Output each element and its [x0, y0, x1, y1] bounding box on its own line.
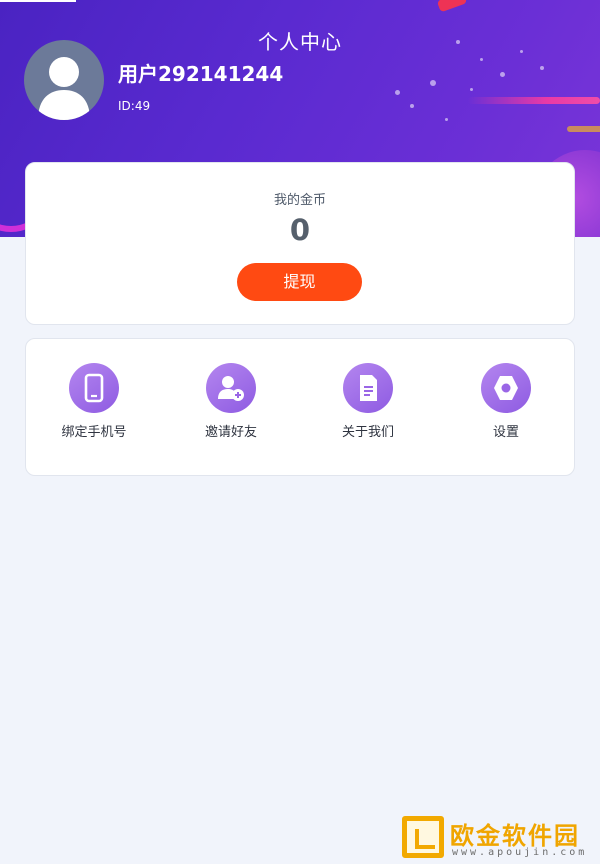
menu-card: 绑定手机号 邀请好友 关于我们 设置 — [25, 338, 575, 476]
menu-item-bind-phone[interactable]: 绑定手机号 — [34, 363, 154, 440]
decorative-streak — [567, 126, 600, 132]
user-silhouette-icon — [38, 57, 90, 120]
sparkle — [445, 118, 448, 121]
watermark-logo-icon — [402, 816, 444, 858]
menu-label: 设置 — [492, 425, 519, 440]
coin-balance-card: 我的金币 0 提现 — [25, 162, 575, 325]
status-bar-indicator — [0, 0, 76, 2]
sparkle — [430, 80, 436, 86]
sparkle — [395, 90, 400, 95]
menu-label: 邀请好友 — [204, 425, 257, 440]
coin-value: 0 — [289, 213, 311, 247]
decorative-streak — [436, 0, 468, 13]
menu-label: 绑定手机号 — [61, 425, 127, 440]
username: 用户292141244 — [118, 62, 284, 86]
sparkle — [500, 72, 505, 77]
phone-icon — [69, 363, 119, 413]
sparkle — [480, 58, 483, 61]
sparkle — [470, 88, 473, 91]
document-icon — [343, 363, 393, 413]
hexagon-settings-icon — [481, 363, 531, 413]
menu-item-settings[interactable]: 设置 — [446, 363, 566, 440]
user-id: ID:49 — [118, 99, 151, 113]
watermark-url: www.apoujin.com — [452, 847, 588, 858]
watermark-title: 欧金软件园 — [450, 822, 580, 850]
watermark: 欧金软件园 www.apoujin.com — [400, 812, 596, 862]
decorative-streak — [468, 97, 600, 104]
menu-item-invite-friends[interactable]: 邀请好友 — [171, 363, 291, 440]
add-user-icon — [206, 363, 256, 413]
sparkle — [410, 104, 414, 108]
menu-label: 关于我们 — [341, 425, 394, 440]
coin-label: 我的金币 — [273, 193, 326, 208]
sparkle — [540, 66, 544, 70]
menu-item-about-us[interactable]: 关于我们 — [308, 363, 428, 440]
withdraw-button[interactable]: 提现 — [237, 263, 362, 301]
avatar[interactable] — [24, 40, 104, 120]
